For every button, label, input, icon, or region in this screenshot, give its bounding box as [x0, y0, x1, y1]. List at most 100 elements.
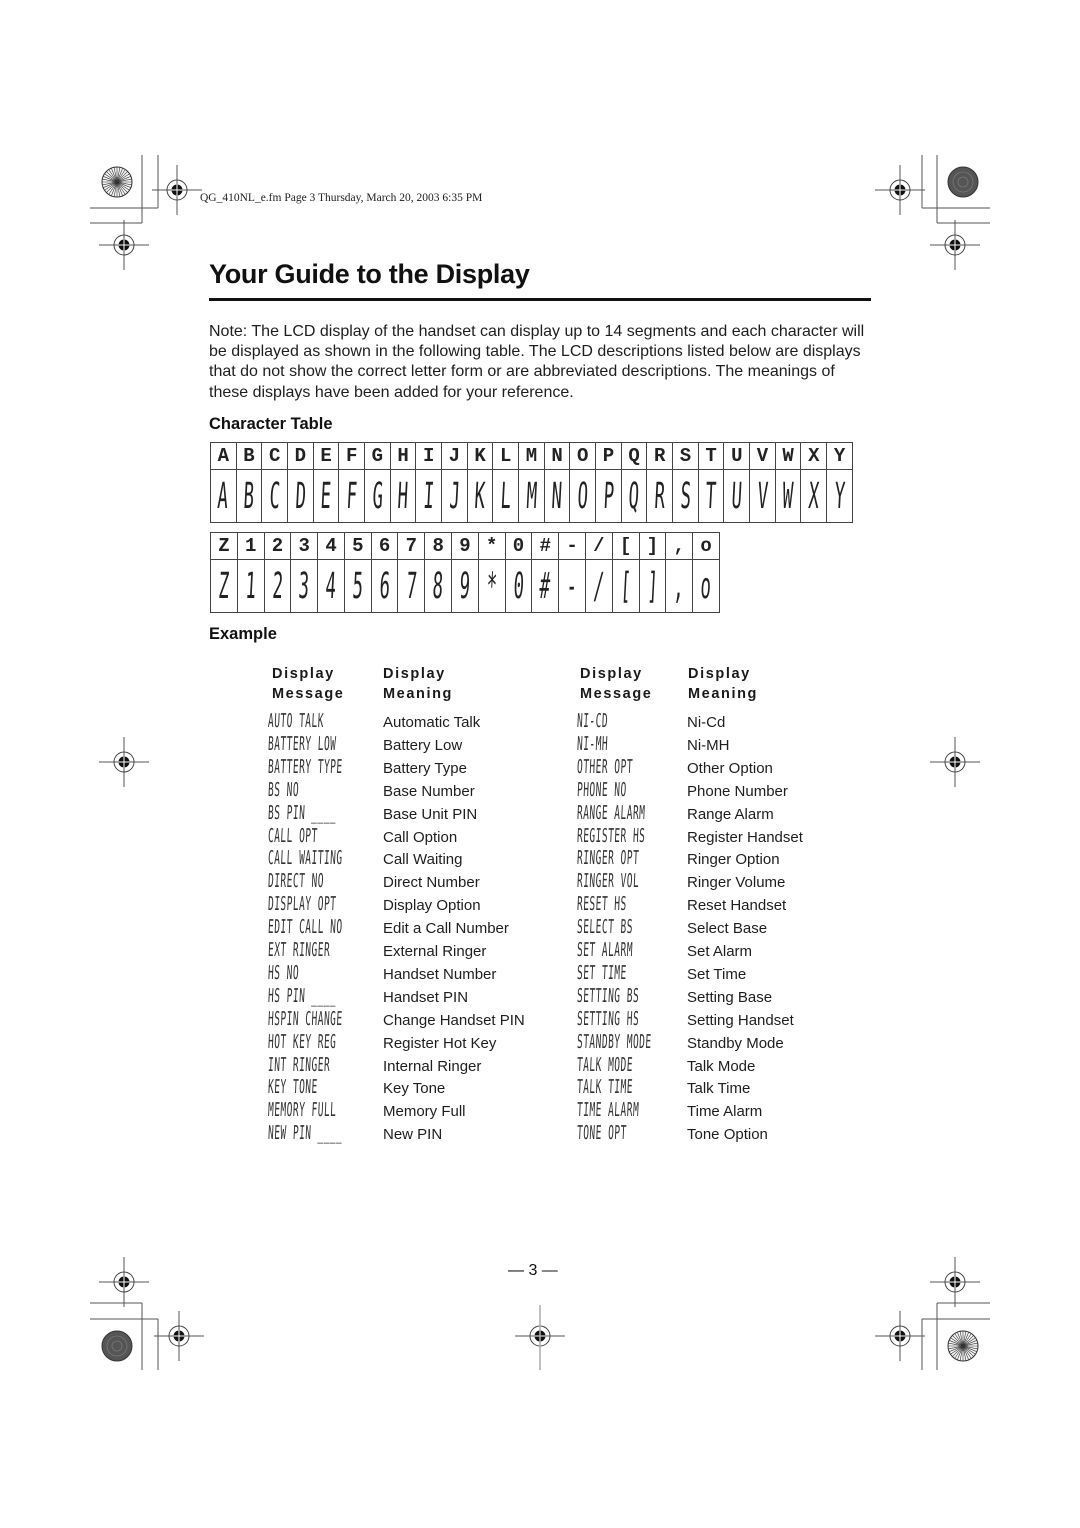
lcd-glyph: ,: [672, 565, 686, 607]
lcd-glyph-cell: K: [466, 469, 494, 523]
display-meaning: Standby Mode: [687, 1034, 784, 1052]
lcd-glyph: 2: [271, 565, 284, 607]
lcd-display-message: NI-CD: [576, 710, 609, 732]
lcd-display-message: STANDBY MODE: [576, 1030, 653, 1053]
display-meaning: Select Base: [687, 920, 768, 938]
registration-mark-icon: [98, 1256, 150, 1308]
lcd-glyph-cell: R: [646, 469, 674, 523]
intro-note: Note: The LCD display of the handset can…: [209, 323, 865, 401]
lcd-glyph: 8: [431, 565, 445, 607]
lcd-display-message: RINGER VOL: [576, 870, 640, 893]
lcd-glyph: o: [699, 565, 713, 607]
character-cell: P: [595, 442, 622, 470]
display-meaning: Automatic Talk: [383, 714, 481, 731]
lcd-display-message: EXT RINGER: [267, 939, 331, 961]
column-header-line: Display: [688, 666, 751, 682]
registration-mark-icon: [98, 736, 150, 788]
lcd-glyph: I: [422, 475, 435, 517]
lcd-glyph-cell: 2: [263, 559, 292, 613]
lcd-glyph-cell: o: [692, 559, 720, 613]
character-cell: /: [584, 532, 613, 560]
display-meaning: Register Hot Key: [383, 1034, 497, 1052]
title-rule: [209, 298, 871, 301]
lcd-glyph: A: [217, 475, 230, 517]
lcd-glyph-cell: U: [723, 469, 751, 523]
display-meaning: External Ringer: [383, 943, 487, 960]
display-meaning: Talk Time: [687, 1080, 751, 1098]
lcd-glyph-cell: S: [672, 469, 699, 523]
lcd-display-message: CALL OPT: [267, 824, 319, 847]
display-meaning: Call Option: [383, 828, 458, 846]
lcd-glyph: K: [473, 475, 487, 517]
lcd-display-message: BATTERY TYPE: [267, 755, 344, 778]
lcd-display-message: NI-MH: [576, 732, 609, 755]
lcd-glyph: 7: [405, 565, 418, 607]
column-header-display-message-right: Display Message: [580, 665, 652, 704]
lcd-display-message: MEMORY FULL: [267, 1099, 337, 1122]
lcd-glyph: [: [619, 565, 632, 607]
display-meaning: Display Option: [383, 897, 481, 915]
character-cell: 4: [317, 532, 345, 560]
character-cell: J: [441, 442, 468, 470]
lcd-glyph-cell: Y: [826, 469, 853, 523]
character-cell: #: [531, 532, 560, 560]
lcd-glyph: 9: [458, 565, 472, 607]
lcd-glyph-cell: 0: [504, 559, 533, 613]
column-header-line: Display: [383, 666, 446, 682]
column-header-line: Meaning: [688, 685, 759, 702]
lcd-display-message: RESET HS: [576, 893, 628, 916]
lcd-glyph-cell: B: [235, 469, 263, 523]
display-meaning: Setting Handset: [687, 1011, 794, 1029]
display-meaning: Direct Number: [383, 874, 480, 892]
lcd-glyph-cell: ,: [665, 559, 694, 613]
lcd-glyph: O: [576, 475, 589, 517]
lcd-glyph: ]: [646, 565, 659, 607]
lcd-glyph-cell: #: [531, 559, 560, 613]
lcd-display-message: PHONE NO: [576, 778, 628, 801]
display-meaning: Internal Ringer: [383, 1057, 482, 1075]
lcd-display-message: TALK MODE: [576, 1053, 634, 1076]
lcd-glyph-cell: J: [441, 469, 468, 523]
display-meaning: Key Tone: [383, 1080, 446, 1098]
lcd-glyph: Q: [627, 475, 641, 517]
lcd-glyph: P: [602, 475, 615, 517]
display-meaning: Set Time: [687, 965, 747, 983]
lcd-display-message: SET TIME: [576, 961, 628, 984]
lcd-glyph: #: [539, 565, 552, 607]
character-cell: C: [261, 442, 289, 470]
display-meaning: Call Waiting: [383, 851, 463, 869]
display-meaning: Set Alarm: [687, 943, 753, 960]
lcd-display-message: RANGE ALARM: [576, 801, 646, 824]
lcd-glyph-cell: 6: [370, 559, 399, 613]
display-meaning: Battery Type: [383, 759, 467, 777]
lcd-glyph: X: [807, 475, 821, 517]
character-cell: Y: [826, 442, 853, 470]
lcd-display-message: CALL WAITING: [267, 847, 344, 870]
page-number: — 3 —: [508, 1262, 558, 1279]
display-meaning: Base Number: [383, 782, 475, 800]
column-header-line: Message: [580, 685, 653, 702]
display-meaning: Battery Low: [383, 736, 463, 754]
example-heading: Example: [209, 625, 277, 643]
character-cell: U: [723, 442, 751, 470]
character-cell: -: [558, 532, 586, 560]
column-header-display-meaning-left: Display Meaning: [383, 665, 453, 704]
character-table-row2: Z 1 2 3 4 5 6 7 8 9 * 0 # - /[], o Z 1 2 3 4 5 6 7 8 9 * 0 # - /[], o: [210, 532, 720, 613]
character-cell: G: [364, 442, 391, 470]
lcd-display-message: BATTERY LOW: [267, 732, 337, 755]
lcd-display-message: REGISTER HS: [576, 824, 646, 847]
lcd-glyph-cell: O: [569, 469, 597, 523]
lcd-glyph: S: [679, 475, 692, 517]
character-cell: o: [692, 532, 720, 560]
display-meaning: Edit a Call Number: [383, 920, 509, 938]
registration-mark-icon: [153, 1310, 205, 1362]
lcd-glyph-cell: /: [584, 559, 613, 613]
lcd-display-message: TIME ALARM: [576, 1099, 640, 1122]
gray-disc-icon: [101, 1330, 133, 1362]
lcd-display-message: HS NO: [267, 961, 300, 984]
gray-disc-icon: [947, 166, 979, 198]
display-meaning: Register Handset: [687, 828, 803, 846]
character-cell: K: [466, 442, 494, 470]
lcd-glyph: Z: [217, 565, 231, 607]
lcd-glyph-cell: 4: [317, 559, 345, 613]
